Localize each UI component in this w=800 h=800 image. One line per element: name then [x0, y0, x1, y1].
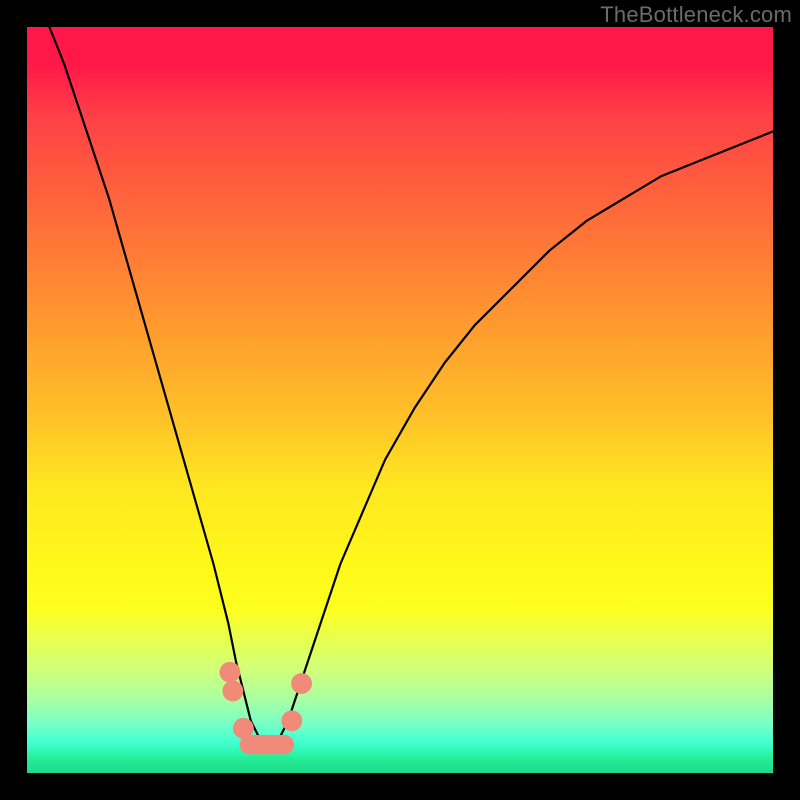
watermark-text: TheBottleneck.com	[600, 2, 792, 28]
left-upper-dot	[219, 662, 240, 683]
left-lower-dot	[222, 681, 243, 702]
plot-area	[27, 27, 773, 773]
bottleneck-curve	[49, 27, 773, 743]
chart-frame: TheBottleneck.com	[0, 0, 800, 800]
curve-layer	[27, 27, 773, 773]
markers-group	[219, 662, 312, 739]
right-base-dot	[281, 710, 302, 731]
right-upper-dot	[291, 673, 312, 694]
